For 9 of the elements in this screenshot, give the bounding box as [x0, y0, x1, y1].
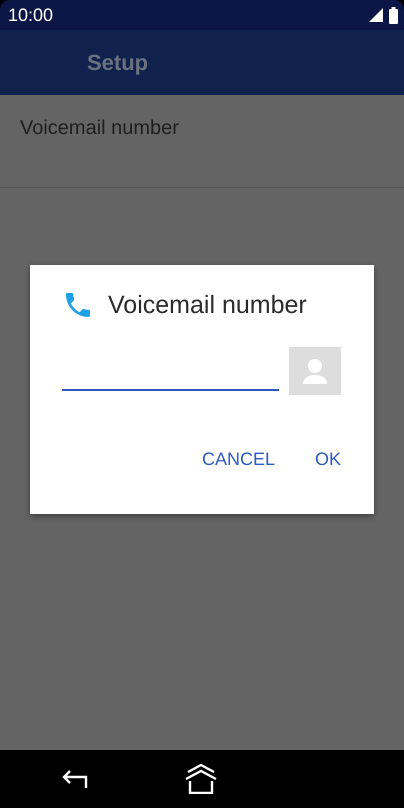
- dialog-title: Voicemail number: [108, 290, 307, 320]
- clock: 10:00: [8, 4, 54, 26]
- app-title: Setup: [87, 50, 148, 76]
- dialog-button[interactable]: OK: [304, 443, 351, 476]
- dialog-button[interactable]: CANCEL: [192, 443, 285, 476]
- person-icon: [303, 358, 327, 384]
- signal-icon: [369, 8, 383, 22]
- home-icon[interactable]: [184, 764, 218, 794]
- battery-icon: [389, 6, 398, 24]
